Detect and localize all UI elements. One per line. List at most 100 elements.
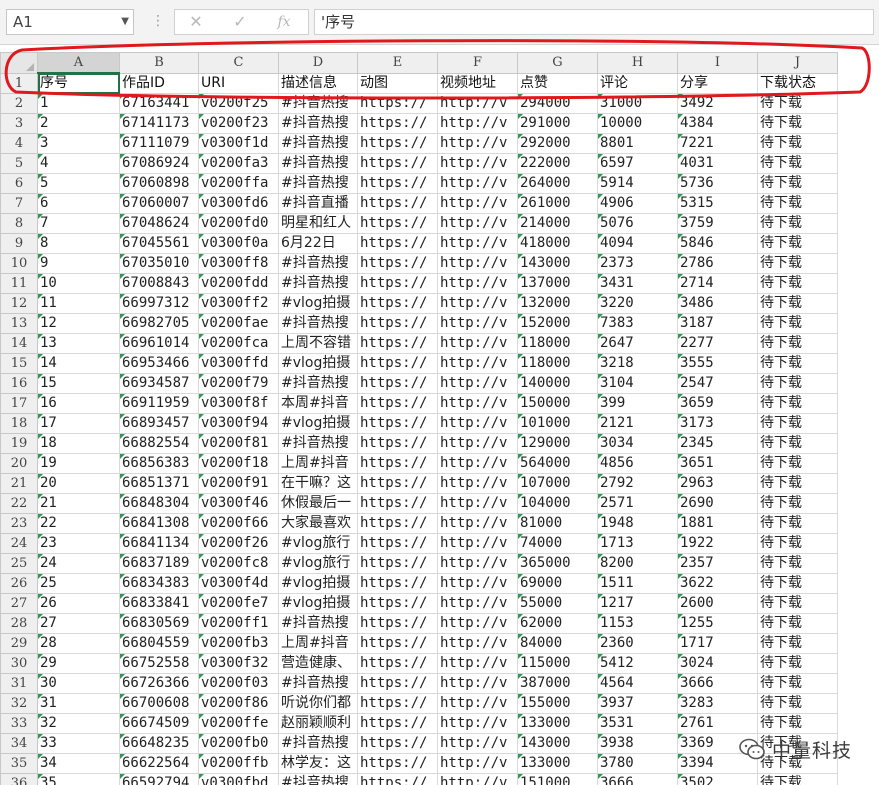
cell-b[interactable]: 66953466 bbox=[119, 353, 199, 374]
cell-j[interactable]: 待下载 bbox=[757, 693, 838, 714]
cancel-icon[interactable]: ✕ bbox=[183, 12, 209, 32]
cell-f[interactable]: http://v bbox=[437, 173, 518, 194]
cell-j[interactable]: 待下载 bbox=[757, 253, 838, 274]
cell-a[interactable]: 13 bbox=[37, 333, 120, 354]
cell-h[interactable]: 6597 bbox=[597, 153, 678, 174]
name-box[interactable]: A1 ▼ bbox=[6, 9, 134, 35]
cell-b[interactable]: 67111079 bbox=[119, 133, 199, 154]
cell-i[interactable]: 2963 bbox=[677, 473, 758, 494]
cell-f[interactable]: http://v bbox=[437, 733, 518, 754]
cell-b[interactable]: 66856383 bbox=[119, 453, 199, 474]
cell-j[interactable]: 待下载 bbox=[757, 533, 838, 554]
cell-c[interactable]: v0200f23 bbox=[198, 113, 279, 134]
cell-b[interactable]: 66841308 bbox=[119, 513, 199, 534]
cell-i[interactable]: 2547 bbox=[677, 373, 758, 394]
row-header[interactable]: 12 bbox=[0, 293, 38, 314]
cell-a[interactable]: 33 bbox=[37, 733, 120, 754]
cell-a[interactable]: 9 bbox=[37, 253, 120, 274]
cell-e[interactable]: https:// bbox=[357, 153, 438, 174]
cell-j[interactable]: 待下载 bbox=[757, 333, 838, 354]
cell-h[interactable]: 1948 bbox=[597, 513, 678, 534]
cell-d[interactable]: #vlog旅行 bbox=[278, 553, 358, 574]
cell-i[interactable]: 2277 bbox=[677, 333, 758, 354]
header-cell-d[interactable]: 描述信息 bbox=[278, 72, 358, 94]
cell-g[interactable]: 140000 bbox=[517, 373, 598, 394]
cell-c[interactable]: v0200fd0 bbox=[198, 213, 279, 234]
cell-h[interactable]: 3218 bbox=[597, 353, 678, 374]
cell-b[interactable]: 66851371 bbox=[119, 473, 199, 494]
formula-input[interactable]: '序号 bbox=[314, 9, 874, 35]
cell-f[interactable]: http://v bbox=[437, 513, 518, 534]
cell-i[interactable]: 3622 bbox=[677, 573, 758, 594]
cell-f[interactable]: http://v bbox=[437, 473, 518, 494]
cell-b[interactable]: 66848304 bbox=[119, 493, 199, 514]
cell-d[interactable]: #vlog旅行 bbox=[278, 533, 358, 554]
cell-a[interactable]: 8 bbox=[37, 233, 120, 254]
cell-c[interactable]: v0200f18 bbox=[198, 453, 279, 474]
cell-i[interactable]: 2714 bbox=[677, 273, 758, 294]
cell-c[interactable]: v0300ff2 bbox=[198, 293, 279, 314]
row-header[interactable]: 7 bbox=[0, 193, 38, 214]
row-header[interactable]: 31 bbox=[0, 673, 38, 694]
cell-j[interactable]: 待下载 bbox=[757, 653, 838, 674]
cell-d[interactable]: #vlog拍摄 bbox=[278, 593, 358, 614]
cell-g[interactable]: 264000 bbox=[517, 173, 598, 194]
cell-h[interactable]: 2373 bbox=[597, 253, 678, 274]
cell-h[interactable]: 2360 bbox=[597, 633, 678, 654]
cell-a[interactable]: 5 bbox=[37, 173, 120, 194]
cell-i[interactable]: 3555 bbox=[677, 353, 758, 374]
cell-g[interactable]: 115000 bbox=[517, 653, 598, 674]
cell-b[interactable]: 67163441 bbox=[119, 93, 199, 114]
cell-g[interactable]: 222000 bbox=[517, 153, 598, 174]
cell-a[interactable]: 17 bbox=[37, 413, 120, 434]
cell-a[interactable]: 2 bbox=[37, 113, 120, 134]
cell-i[interactable]: 3659 bbox=[677, 393, 758, 414]
cell-h[interactable]: 8801 bbox=[597, 133, 678, 154]
cell-d[interactable]: #抖音热搜 bbox=[278, 173, 358, 194]
cell-a[interactable]: 34 bbox=[37, 753, 120, 774]
cell-a[interactable]: 23 bbox=[37, 533, 120, 554]
row-header[interactable]: 25 bbox=[0, 553, 38, 574]
cell-f[interactable]: http://v bbox=[437, 493, 518, 514]
cell-b[interactable]: 66804559 bbox=[119, 633, 199, 654]
cell-h[interactable]: 8200 bbox=[597, 553, 678, 574]
cell-d[interactable]: 赵丽颖顺利 bbox=[278, 713, 358, 734]
cell-g[interactable]: 132000 bbox=[517, 293, 598, 314]
cell-j[interactable]: 待下载 bbox=[757, 173, 838, 194]
column-header-d[interactable]: D bbox=[278, 52, 358, 74]
cell-b[interactable]: 66752558 bbox=[119, 653, 199, 674]
row-header[interactable]: 19 bbox=[0, 433, 38, 454]
cell-b[interactable]: 66622564 bbox=[119, 753, 199, 774]
row-header[interactable]: 2 bbox=[0, 93, 38, 114]
cell-g[interactable]: 104000 bbox=[517, 493, 598, 514]
cell-c[interactable]: v0300ffd bbox=[198, 353, 279, 374]
cell-f[interactable]: http://v bbox=[437, 333, 518, 354]
cell-j[interactable]: 待下载 bbox=[757, 713, 838, 734]
cell-h[interactable]: 3104 bbox=[597, 373, 678, 394]
cell-d[interactable]: #vlog拍摄 bbox=[278, 413, 358, 434]
cell-i[interactable]: 5736 bbox=[677, 173, 758, 194]
row-header[interactable]: 26 bbox=[0, 573, 38, 594]
cell-j[interactable]: 待下载 bbox=[757, 613, 838, 634]
cell-e[interactable]: https:// bbox=[357, 593, 438, 614]
cell-i[interactable]: 1255 bbox=[677, 613, 758, 634]
cell-g[interactable]: 564000 bbox=[517, 453, 598, 474]
cell-g[interactable]: 418000 bbox=[517, 233, 598, 254]
cell-e[interactable]: https:// bbox=[357, 753, 438, 774]
cell-g[interactable]: 291000 bbox=[517, 113, 598, 134]
cell-f[interactable]: http://v bbox=[437, 413, 518, 434]
cell-c[interactable]: v0300f46 bbox=[198, 493, 279, 514]
cell-h[interactable]: 4856 bbox=[597, 453, 678, 474]
header-cell-h[interactable]: 评论 bbox=[597, 72, 678, 94]
cell-i[interactable]: 4031 bbox=[677, 153, 758, 174]
cell-i[interactable]: 1881 bbox=[677, 513, 758, 534]
cell-h[interactable]: 3034 bbox=[597, 433, 678, 454]
cell-f[interactable]: http://v bbox=[437, 653, 518, 674]
cell-a[interactable]: 6 bbox=[37, 193, 120, 214]
cell-h[interactable]: 399 bbox=[597, 393, 678, 414]
cell-b[interactable]: 67086924 bbox=[119, 153, 199, 174]
cell-b[interactable]: 67035010 bbox=[119, 253, 199, 274]
column-header-g[interactable]: G bbox=[517, 52, 598, 74]
cell-b[interactable]: 66700608 bbox=[119, 693, 199, 714]
cell-h[interactable]: 2121 bbox=[597, 413, 678, 434]
